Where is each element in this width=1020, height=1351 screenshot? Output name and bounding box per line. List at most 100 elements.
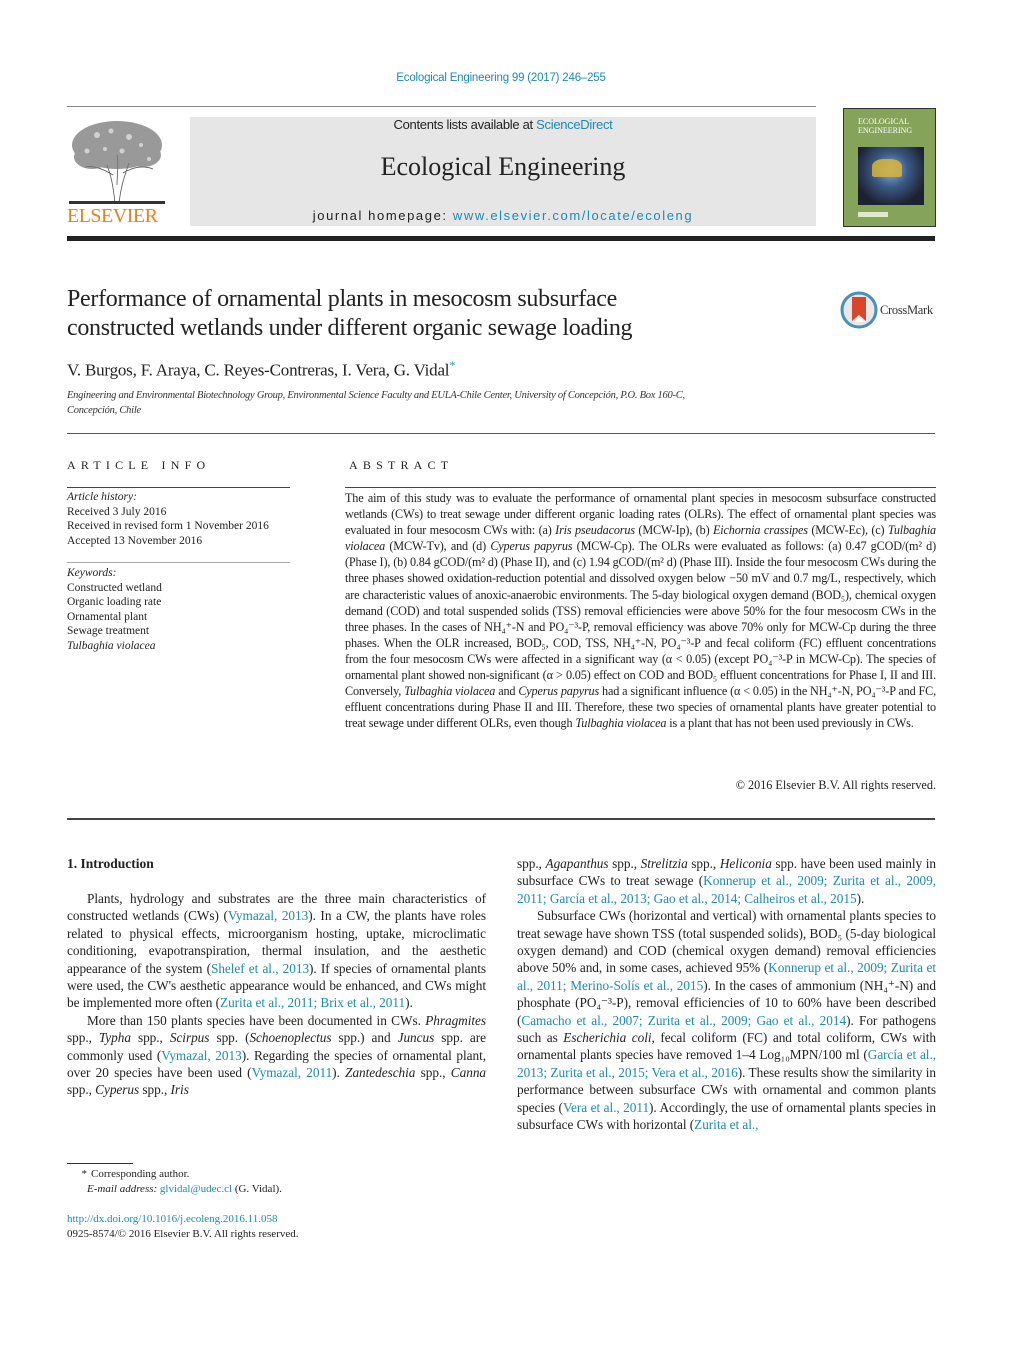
- abstract-heading: ABSTRACT: [349, 458, 454, 472]
- genus-name: Canna: [450, 1065, 487, 1081]
- section-divider: [67, 433, 935, 434]
- body-text: spp.,: [687, 856, 720, 871]
- article-title-line1: Performance of ornamental plants in meso…: [67, 286, 617, 312]
- keyword-item: Constructed wetland: [67, 581, 162, 594]
- journal-citation-link[interactable]: Ecological Engineering 99 (2017) 246–255: [0, 72, 1002, 84]
- keyword-item: Organic loading rate: [67, 596, 162, 608]
- affiliation: Engineering and Environmental Biotechnol…: [67, 389, 827, 418]
- abstract-copyright: © 2016 Elsevier B.V. All rights reserved…: [735, 778, 936, 792]
- keyword-item: Tulbaghia violacea: [67, 639, 156, 652]
- article-info-heading: ARTICLE INFO: [67, 458, 211, 472]
- elsevier-wordmark: ELSEVIER: [67, 205, 158, 227]
- footnote-divider: [67, 1163, 133, 1164]
- citation-link[interactable]: Vymazal, 2013: [161, 1048, 242, 1063]
- introduction-heading: 1. Introduction: [67, 856, 154, 871]
- genus-name: Agapanthus: [545, 856, 609, 871]
- body-text: spp.,: [139, 1082, 171, 1098]
- abstract-body: The aim of this study was to evaluate th…: [345, 490, 936, 731]
- citation-link[interactable]: Zurita et al.,: [694, 1117, 758, 1132]
- genus-name: Zantedeschia: [345, 1065, 416, 1081]
- footnote-star: *: [81, 1168, 88, 1180]
- abstract-text: (MCW-Ec), (c): [807, 523, 888, 538]
- body-text: ).: [856, 890, 865, 906]
- history-received: Received 3 July 2016: [67, 505, 167, 518]
- body-text: spp. (: [209, 1030, 250, 1046]
- species-name: Tulbaghia violacea: [575, 716, 667, 731]
- abstract-text: (MCW-Ip), (b): [634, 523, 713, 538]
- body-text: ).: [405, 995, 413, 1011]
- article-title-line2: constructed wetlands under different org…: [67, 315, 633, 341]
- body-column-left: Plants, hydrology and substrates are the…: [67, 890, 486, 1099]
- body-divider: [67, 818, 935, 820]
- body-text: spp.,: [67, 1030, 99, 1046]
- history-label: Article history:: [67, 491, 137, 503]
- genus-name: Iris: [170, 1082, 189, 1098]
- journal-cover-thumbnail[interactable]: ECOLOGICAL ENGINEERING: [843, 108, 936, 227]
- citation-link[interactable]: Vymazal, 2011: [252, 1065, 333, 1080]
- abstract-text: and: [495, 684, 519, 699]
- cover-title: ECOLOGICAL ENGINEERING: [858, 117, 912, 135]
- article-history: Article history: Received 3 July 2016 Re…: [67, 490, 297, 548]
- contents-availability: Contents lists available at ScienceDirec…: [190, 117, 816, 132]
- genus-name: Strelitzia: [640, 856, 688, 871]
- intro-paragraph-2-continued: spp., Agapanthus spp., Strelitzia spp., …: [517, 855, 936, 907]
- email-link[interactable]: glvidal@udec.cl: [160, 1183, 232, 1195]
- header-divider: [67, 106, 816, 107]
- cover-editor-line: [858, 212, 888, 217]
- header-thick-divider: [67, 236, 935, 241]
- issn-copyright: 0925-8574/© 2016 Elsevier B.V. All right…: [67, 1228, 299, 1240]
- keyword-item: Sewage treatment: [67, 625, 150, 637]
- crossmark-button[interactable]: CrossMark: [840, 291, 940, 331]
- crossmark-label: CrossMark: [880, 303, 933, 317]
- species-name: Cyperus papyrus: [490, 539, 573, 554]
- cover-title-line2: ENGINEERING: [858, 126, 913, 135]
- species-name: Eichornia crassipes: [712, 523, 808, 538]
- affiliation-line1: Engineering and Environmental Biotechnol…: [67, 390, 685, 401]
- abstract-text: (MCW-Tv), and (d): [385, 539, 491, 554]
- doi-block: http://dx.doi.org/10.1016/j.ecoleng.2016…: [67, 1212, 487, 1242]
- body-text: spp.,: [67, 1082, 96, 1098]
- crossmark-icon: [840, 291, 878, 329]
- corresponding-author-note: * Corresponding author.: [67, 1167, 487, 1182]
- homepage-prefix: journal homepage:: [312, 208, 453, 223]
- sciencedirect-link[interactable]: ScienceDirect: [536, 117, 613, 132]
- citation-link[interactable]: Camacho et al., 2007; Zurita et al., 200…: [521, 1013, 846, 1028]
- genus-name: Scirpus: [169, 1030, 210, 1046]
- abstract-divider: [345, 487, 936, 488]
- genus-name: Phragmites: [425, 1012, 486, 1028]
- genus-name: Typha: [98, 1030, 131, 1046]
- corresponding-author-mark[interactable]: *: [449, 358, 455, 372]
- email-note: E-mail address: glvidal@udec.cl (G. Vida…: [67, 1182, 487, 1197]
- doi-link[interactable]: http://dx.doi.org/10.1016/j.ecoleng.2016…: [67, 1212, 487, 1227]
- email-suffix: (G. Vidal).: [232, 1183, 282, 1195]
- intro-paragraph-3: Subsurface CWs (horizontal and vertical)…: [517, 907, 936, 1133]
- homepage-link[interactable]: www.elsevier.com/locate/ecoleng: [453, 208, 693, 223]
- citation-link[interactable]: Vera et al., 2011: [563, 1100, 649, 1115]
- authors-text: V. Burgos, F. Araya, C. Reyes-Contreras,…: [67, 360, 450, 380]
- email-label: E-mail address:: [87, 1183, 160, 1195]
- article-title: Performance of ornamental plants in meso…: [67, 285, 807, 343]
- genus-name: Heliconia: [719, 856, 772, 871]
- keywords-label: Keywords:: [67, 567, 117, 579]
- cover-splash: [872, 159, 902, 177]
- keywords-list: Keywords: Constructed wetland Organic lo…: [67, 566, 297, 653]
- body-column-right: spp., Agapanthus spp., Strelitzia spp., …: [517, 855, 936, 1134]
- genus-name: Juncus: [397, 1030, 435, 1046]
- contents-prefix: Contents lists available at: [393, 117, 537, 132]
- citation-link[interactable]: Vymazal, 2013: [228, 908, 308, 923]
- body-text: More than 150 plants species have been d…: [87, 1012, 426, 1028]
- history-revised: Received in revised form 1 November 2016: [67, 520, 269, 532]
- footnote: * Corresponding author. E-mail address: g…: [67, 1167, 487, 1197]
- abstract-text: is a plant that has not been used previo…: [666, 716, 914, 731]
- body-text: spp.,: [608, 856, 641, 871]
- author-list: V. Burgos, F. Araya, C. Reyes-Contreras,…: [67, 358, 455, 381]
- journal-title: Ecological Engineering: [380, 152, 626, 181]
- citation-link[interactable]: Shelef et al., 2013: [211, 961, 309, 976]
- history-accepted: Accepted 13 November 2016: [67, 534, 203, 547]
- body-text: spp.,: [415, 1065, 451, 1081]
- cover-title-line1: ECOLOGICAL: [858, 117, 910, 126]
- body-text: spp.,: [130, 1030, 170, 1046]
- keyword-item: Ornamental plant: [67, 610, 148, 623]
- article-info-divider: [67, 487, 290, 488]
- citation-link[interactable]: Zurita et al., 2011; Brix et al., 2011: [220, 995, 405, 1010]
